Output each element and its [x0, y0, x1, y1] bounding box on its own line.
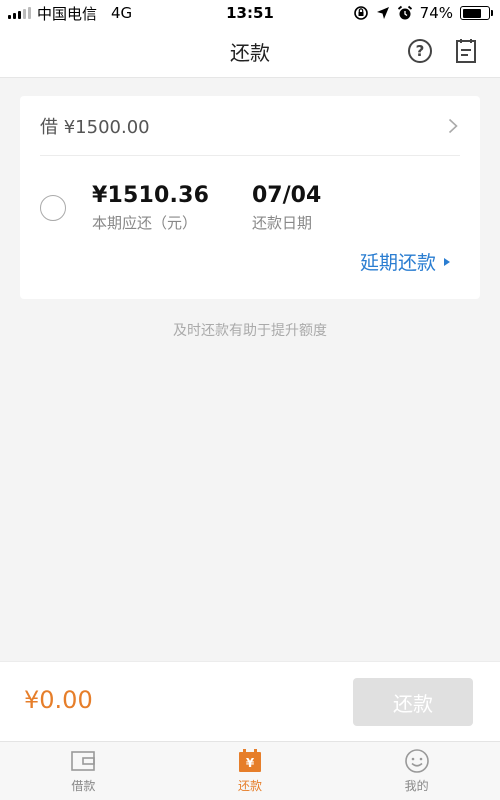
- tab-repay[interactable]: ¥ 还款: [167, 742, 334, 800]
- carrier-name: 中国电信: [37, 4, 98, 23]
- amount-due-block: ¥1510.36 本期应还（元）: [92, 183, 209, 233]
- tab-mine-label: 我的: [404, 779, 429, 793]
- notepad-icon[interactable]: [455, 38, 477, 64]
- status-bar: 中国电信 4G 13:51 74%: [0, 0, 500, 26]
- battery-percent: 74%: [419, 4, 453, 22]
- due-date-label: 还款日期: [252, 214, 313, 232]
- signal-icon: [8, 7, 31, 19]
- wallet-icon: [71, 751, 96, 771]
- tab-borrow[interactable]: 借款: [0, 742, 167, 800]
- loan-card: 借 ¥1500.00 ¥1510.36 本期应还（元） 07/04 还款日期 延…: [20, 96, 480, 299]
- amount-due-value: ¥1510.36: [92, 183, 210, 208]
- chevron-right-icon: [448, 118, 458, 133]
- status-right: 74%: [353, 4, 493, 22]
- tab-bar: 借款 ¥ 还款 我的: [0, 741, 500, 800]
- repayment-tip: 及时还款有助于提升额度: [173, 323, 327, 339]
- action-bar: ¥0.00 还款: [0, 661, 500, 741]
- tab-borrow-label: 借款: [71, 779, 96, 793]
- network-type: 4G: [111, 4, 133, 22]
- due-date-block: 07/04 还款日期: [252, 183, 321, 233]
- amount-due-label: 本期应还（元）: [92, 214, 198, 232]
- question-circle-icon[interactable]: ?: [408, 39, 432, 63]
- tab-mine[interactable]: 我的: [333, 742, 500, 800]
- tab-repay-label: 还款: [238, 779, 263, 793]
- nav-bar: 还款 ?: [0, 26, 500, 78]
- alarm-clock-icon: [397, 5, 412, 20]
- svg-text:¥: ¥: [246, 756, 255, 770]
- due-date-value: 07/04: [252, 183, 322, 208]
- yen-calendar-icon: ¥: [239, 749, 261, 772]
- extend-repayment-label: 延期还款: [359, 252, 436, 274]
- status-left: 中国电信 4G: [8, 3, 132, 24]
- select-radio[interactable]: [40, 195, 66, 221]
- loan-header[interactable]: 借 ¥1500.00: [40, 96, 460, 156]
- repay-button[interactable]: 还款: [353, 678, 473, 726]
- loan-principal: 借 ¥1500.00: [40, 116, 150, 138]
- location-arrow-icon: [376, 7, 389, 19]
- total-amount: ¥0.00: [24, 686, 93, 714]
- rotation-lock-icon: [353, 6, 368, 20]
- battery-icon: [460, 6, 493, 20]
- extend-repayment-link[interactable]: 延期还款: [360, 248, 450, 275]
- smiley-icon: [404, 749, 429, 773]
- page-title: 还款: [230, 41, 270, 65]
- triangle-right-icon: [444, 257, 450, 266]
